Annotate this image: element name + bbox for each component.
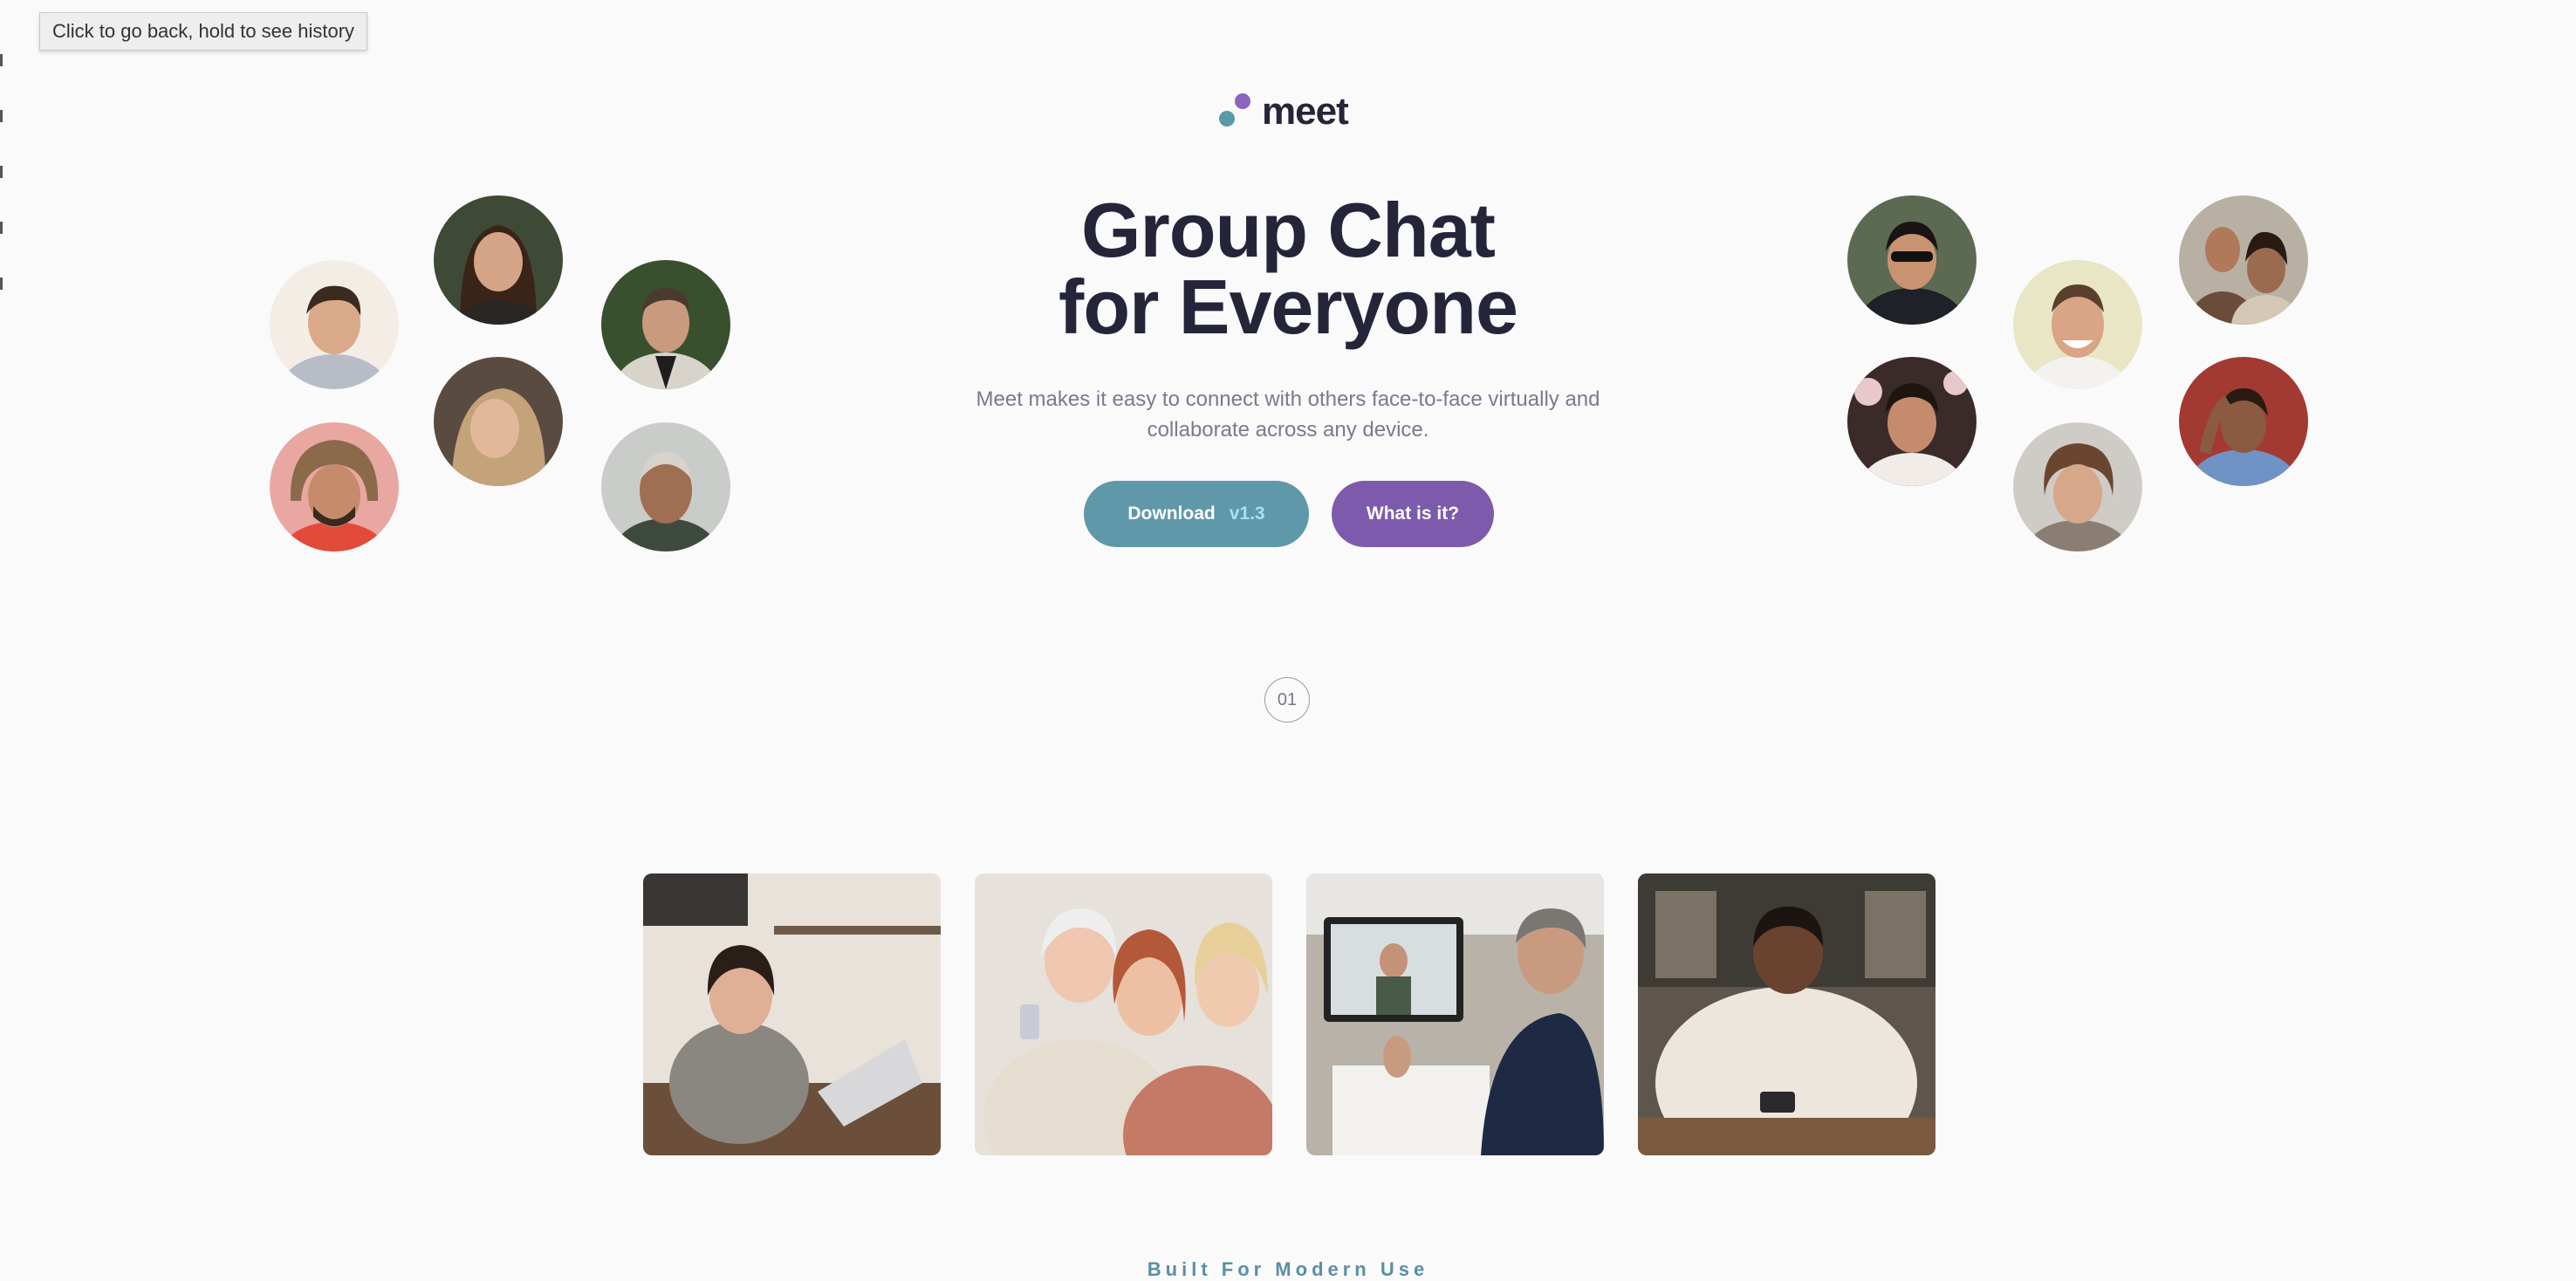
meet-logo[interactable]: meet — [1218, 86, 1349, 138]
version-badge: v1.3 — [1229, 503, 1265, 524]
what-is-it-label: What is it? — [1366, 503, 1460, 524]
logo-wordmark: meet — [1262, 90, 1349, 133]
avatar-4 — [434, 357, 563, 486]
logo-dots-icon — [1219, 93, 1250, 127]
avatar-10 — [1847, 357, 1977, 486]
avatar-9 — [2179, 195, 2308, 325]
avatar-12 — [2179, 357, 2308, 486]
feature-photo-video-meeting — [1306, 873, 1604, 1155]
avatar-5 — [270, 422, 399, 551]
subtext-line-2: collaborate across any device. — [1147, 418, 1429, 442]
section-heading-built-for-modern-use: Built For Modern Use — [1147, 1258, 1429, 1280]
avatar-6 — [601, 422, 730, 551]
download-button[interactable]: Download v1.3 — [1084, 481, 1309, 547]
feature-photo-family-phone — [975, 873, 1272, 1155]
subtext-line-1: Meet makes it easy to connect with other… — [976, 387, 1600, 411]
avatar-8 — [2013, 260, 2142, 389]
avatar-7 — [1847, 195, 1977, 325]
what-is-it-button[interactable]: What is it? — [1332, 481, 1494, 547]
feature-photo-man-phone — [1638, 873, 1935, 1155]
download-label: Download — [1127, 503, 1216, 524]
section-number-badge: 01 — [1264, 677, 1310, 723]
feature-photo-laptop-call — [643, 873, 941, 1155]
avatar-11 — [2013, 422, 2142, 551]
hero-subtext: Meet makes it easy to connect with other… — [956, 384, 1620, 445]
back-button-tooltip: Click to go back, hold to see history — [39, 12, 368, 51]
